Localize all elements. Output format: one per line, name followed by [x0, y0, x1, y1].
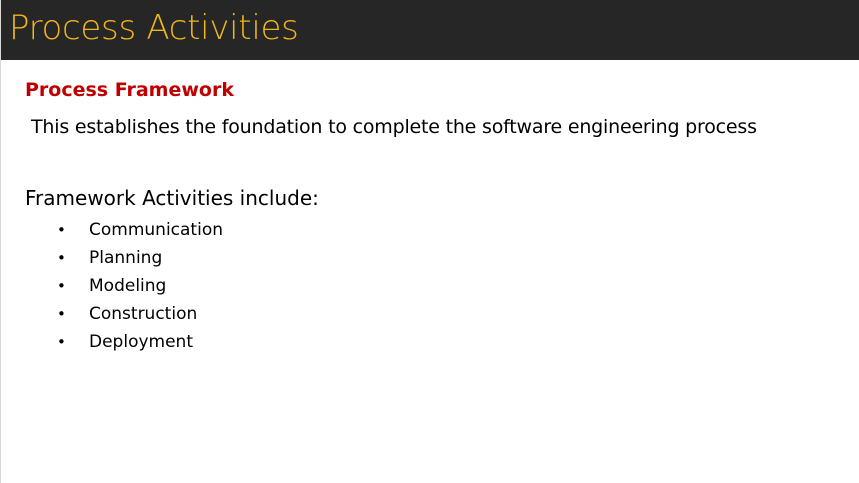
- list-item-label: Modeling: [89, 276, 167, 296]
- list-item-label: Communication: [89, 220, 223, 240]
- slide: Process Activities Process Framework Thi…: [0, 0, 859, 483]
- list-item-deployment: • Deployment: [53, 328, 223, 356]
- bullet-icon: •: [57, 249, 66, 267]
- list-item-modeling: • Modeling: [53, 272, 223, 300]
- list-item-planning: • Planning: [53, 244, 223, 272]
- slide-title: Process Activities: [9, 8, 299, 48]
- list-item-label: Construction: [89, 304, 198, 324]
- activities-list: • Communication • Planning • Modeling • …: [53, 216, 223, 356]
- list-heading: Framework Activities include:: [25, 186, 319, 210]
- list-item-construction: • Construction: [53, 300, 223, 328]
- list-item-label: Planning: [89, 248, 163, 268]
- bullet-icon: •: [57, 277, 66, 295]
- bullet-icon: •: [57, 221, 66, 239]
- title-bar: Process Activities: [1, 0, 859, 60]
- bullet-icon: •: [57, 333, 66, 351]
- section-heading: Process Framework: [25, 79, 234, 101]
- list-item-communication: • Communication: [53, 216, 223, 244]
- list-item-label: Deployment: [89, 332, 193, 352]
- bullet-icon: •: [57, 305, 66, 323]
- description-text: This establishes the foundation to compl…: [31, 116, 757, 138]
